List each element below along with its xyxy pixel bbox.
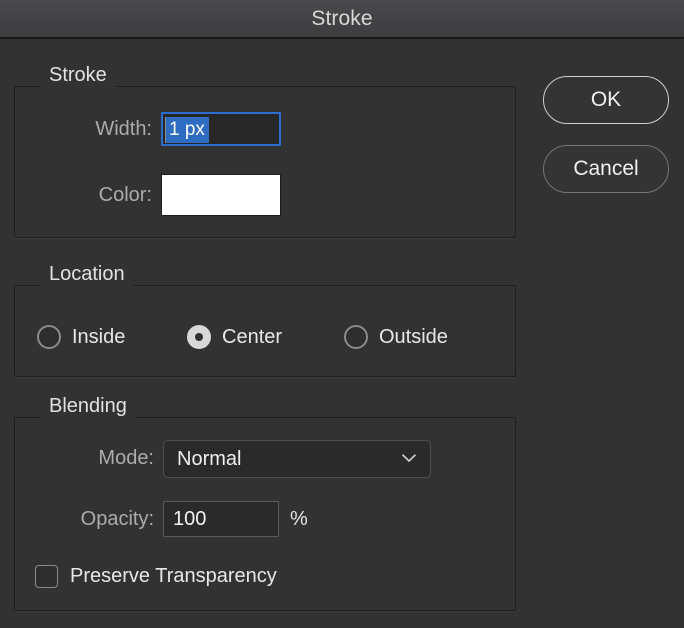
- stroke-group-label: Stroke: [40, 64, 116, 87]
- radio-outside-label: Outside: [379, 326, 448, 348]
- stroke-dialog: Stroke Stroke Width: 1 px Color: OK Canc…: [0, 0, 684, 628]
- stroke-color-swatch[interactable]: [161, 174, 281, 216]
- opacity-unit-label: %: [290, 508, 308, 530]
- ok-button[interactable]: OK: [543, 76, 669, 124]
- radio-center-icon: [187, 325, 211, 349]
- opacity-label: Opacity:: [80, 508, 154, 530]
- cancel-button[interactable]: Cancel: [543, 145, 669, 193]
- width-label: Width:: [95, 118, 152, 140]
- radio-inside-icon: [37, 325, 61, 349]
- preserve-transparency-label: Preserve Transparency: [70, 565, 277, 587]
- blend-mode-select[interactable]: Normal: [163, 440, 431, 478]
- dialog-title: Stroke: [311, 7, 373, 30]
- width-input[interactable]: 1 px: [161, 112, 281, 146]
- dialog-titlebar[interactable]: Stroke: [0, 0, 684, 38]
- location-group-label: Location: [40, 263, 134, 286]
- opacity-input-value: 100: [173, 508, 207, 530]
- opacity-input[interactable]: 100: [163, 501, 279, 537]
- radio-center-label: Center: [222, 326, 283, 348]
- color-label: Color:: [98, 184, 152, 206]
- blend-mode-value: Normal: [177, 448, 242, 470]
- radio-outside-icon: [344, 325, 368, 349]
- titlebar-separator: [0, 37, 684, 39]
- blending-group-label: Blending: [40, 395, 136, 418]
- checkbox-icon: [35, 565, 58, 588]
- radio-inside-label: Inside: [72, 326, 126, 348]
- mode-label: Mode:: [98, 447, 154, 469]
- width-input-value: 1 px: [166, 117, 209, 143]
- chevron-down-icon: [402, 454, 416, 463]
